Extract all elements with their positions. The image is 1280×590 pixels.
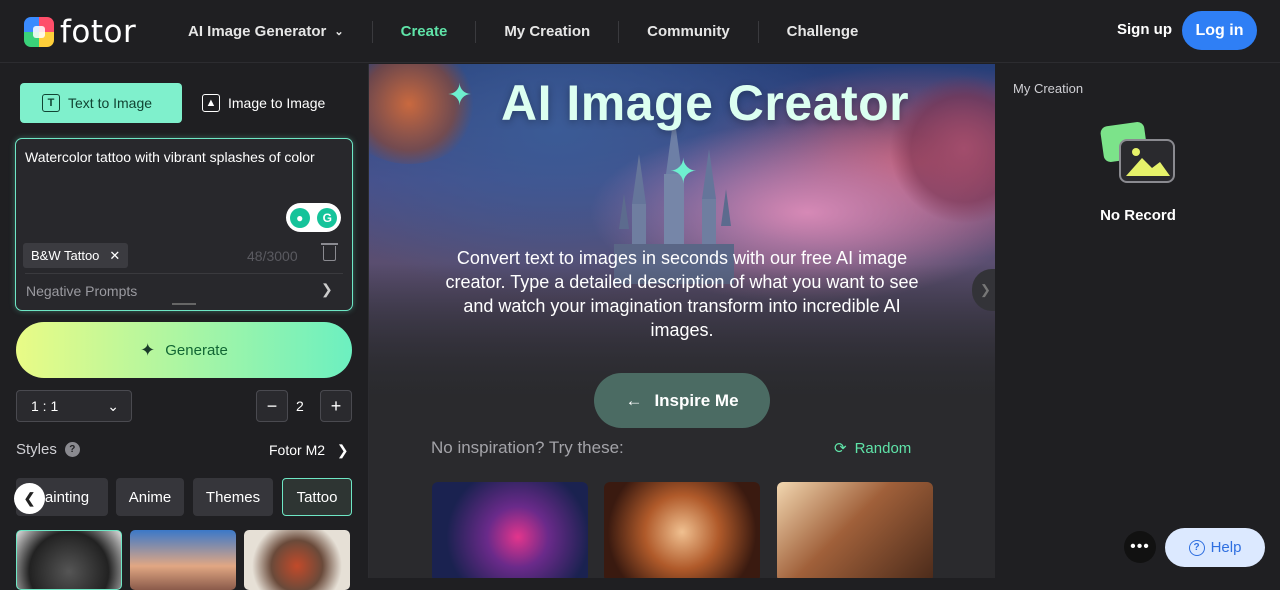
lightbulb-icon: ● — [289, 207, 310, 228]
tab-image-to-image[interactable]: ▲ Image to Image — [190, 83, 352, 123]
style-chip-anime[interactable]: Anime — [116, 478, 184, 516]
generate-button[interactable]: ✦ Generate — [16, 322, 352, 378]
inspiration-image-reading[interactable] — [777, 482, 933, 578]
resize-handle[interactable] — [172, 303, 196, 305]
prompt-divider — [25, 273, 343, 274]
style-tag-chip[interactable]: B&W Tattoo ✕ — [23, 243, 129, 268]
increase-count-button[interactable]: + — [320, 390, 352, 422]
more-options-button[interactable]: ••• — [1124, 531, 1156, 563]
nav-ai-image-generator[interactable]: AI Image Generator ⌄ — [160, 20, 373, 43]
prompt-input[interactable]: Watercolor tattoo with vibrant splashes … — [25, 149, 315, 165]
styles-heading: Styles ? — [16, 441, 80, 458]
minus-icon: − — [266, 395, 278, 416]
style-thumbnail-bird[interactable] — [244, 530, 350, 590]
aspect-ratio-select[interactable]: 1 : 1 ⌄ — [16, 390, 132, 422]
brand-name: fotor — [60, 14, 137, 50]
grammarly-widget[interactable]: ● G — [286, 203, 341, 232]
image-icon: ▲ — [202, 94, 220, 112]
inspiration-prompt-label: No inspiration? Try these: — [431, 438, 624, 457]
close-icon[interactable]: ✕ — [109, 248, 120, 264]
nav-my-creation[interactable]: My Creation — [476, 20, 620, 43]
magic-wand-icon: ✦ — [140, 339, 156, 360]
grammarly-icon: G — [317, 207, 338, 228]
arrow-left-icon: ← — [625, 390, 643, 410]
nav-challenge[interactable]: Challenge — [759, 21, 887, 43]
top-navigation-bar: fotor AI Image Generator ⌄ Create My Cre… — [0, 0, 1280, 63]
random-button[interactable]: ⟳ Random — [834, 439, 912, 458]
empty-gallery-icon — [1100, 122, 1175, 183]
generator-panel: T Text to Image ▲ Image to Image Waterco… — [0, 64, 369, 590]
my-creation-panel: My Creation No Record — [996, 64, 1280, 578]
trash-icon[interactable] — [321, 243, 338, 261]
hero-section: ✦ ✦ AI Image Creator Convert text to ima… — [369, 64, 995, 578]
inspire-me-label: Inspire Me — [654, 390, 739, 410]
chevron-right-icon: ❯ — [336, 442, 349, 458]
fotor-logo[interactable]: fotor — [24, 14, 136, 50]
chevron-right-icon[interactable]: ❯ — [321, 281, 333, 298]
chevron-left-icon[interactable]: ❮ — [14, 483, 45, 514]
nav-ai-image-generator-label: AI Image Generator — [188, 23, 327, 40]
hero-title: AI Image Creator — [501, 75, 910, 131]
style-tag-label: B&W Tattoo — [31, 248, 100, 263]
my-creation-title: My Creation — [1013, 81, 1084, 96]
negative-prompts-toggle[interactable]: Negative Prompts — [26, 283, 137, 299]
inspiration-image-space[interactable] — [432, 482, 588, 578]
character-counter: 48/3000 — [247, 248, 298, 264]
chevron-down-icon: ⌄ — [334, 26, 344, 38]
model-selector[interactable]: Fotor M2 ❯ — [269, 442, 349, 459]
hero-description: Convert text to images in seconds with o… — [445, 248, 919, 340]
help-label: Help — [1210, 539, 1242, 556]
style-chip-tattoo[interactable]: Tattoo — [282, 478, 352, 516]
style-thumbnail-portrait[interactable] — [130, 530, 236, 590]
no-record-label: No Record — [1100, 207, 1176, 224]
tab-text-to-image[interactable]: T Text to Image — [20, 83, 182, 123]
sparkle-icon: ✦ — [669, 153, 698, 191]
aspect-ratio-value: 1 : 1 — [31, 398, 59, 414]
inspiration-image-portrait[interactable] — [604, 482, 760, 578]
decrease-count-button[interactable]: − — [256, 390, 288, 422]
help-button[interactable]: ? Help — [1165, 528, 1265, 567]
refresh-icon: ⟳ — [834, 440, 847, 457]
style-chip-themes[interactable]: Themes — [193, 478, 273, 516]
tab-image-to-image-label: Image to Image — [228, 95, 326, 111]
styles-label: Styles — [16, 441, 57, 458]
question-icon[interactable]: ? — [64, 442, 80, 457]
random-label: Random — [854, 439, 912, 457]
question-icon: ? — [1188, 539, 1205, 556]
model-label: Fotor M2 — [269, 442, 326, 458]
nav-community[interactable]: Community — [619, 20, 759, 43]
log-in-button[interactable]: Log in — [1182, 11, 1257, 50]
chevron-down-icon: ⌄ — [107, 397, 119, 414]
nav-create[interactable]: Create — [373, 20, 477, 43]
fotor-logo-icon — [24, 17, 54, 47]
generate-label: Generate — [165, 341, 228, 359]
image-count-value: 2 — [296, 398, 304, 414]
main-nav: AI Image Generator ⌄ Create My Creation … — [160, 0, 886, 63]
text-box-icon: T — [42, 94, 60, 112]
tab-text-to-image-label: Text to Image — [68, 95, 153, 111]
style-thumbnail-cat[interactable] — [16, 530, 122, 590]
inspire-me-button[interactable]: ← Inspire Me — [594, 373, 770, 428]
plus-icon: + — [330, 395, 342, 416]
sparkle-icon: ✦ — [447, 79, 473, 112]
sign-up-link[interactable]: Sign up — [1117, 21, 1172, 38]
prompt-input-box[interactable]: Watercolor tattoo with vibrant splashes … — [15, 138, 353, 311]
